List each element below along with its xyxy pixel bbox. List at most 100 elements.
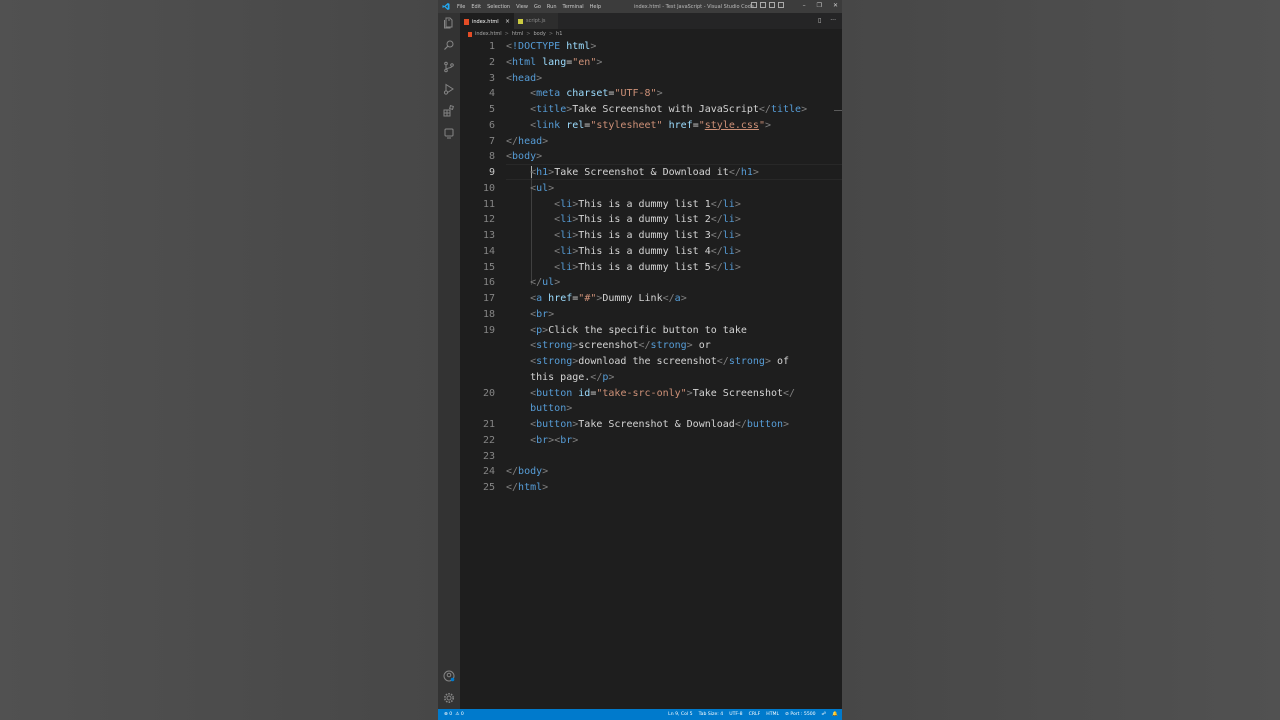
line-number: 24	[482, 466, 495, 478]
split-editor-icon[interactable]: ▯	[818, 17, 821, 24]
code-line: <!DOCTYPE html>	[506, 39, 596, 55]
toggle-panel-icon[interactable]	[760, 2, 766, 8]
code-token: ul	[542, 277, 555, 289]
code-token: >	[783, 419, 790, 430]
toggle-secondary-sidebar-icon[interactable]	[769, 2, 775, 8]
menu-selection[interactable]: Selection	[487, 4, 510, 10]
remote-explorer-icon[interactable]	[443, 127, 455, 139]
code-editor[interactable]: 1 2 3 4 5 6 7 8 9 10 11 12 13 14 15 16 17 18 19 20 21 22 23 24 2…	[460, 39, 842, 709]
explorer-icon[interactable]	[443, 17, 455, 29]
code-token: >	[764, 119, 772, 131]
code-token: </	[506, 466, 519, 478]
code-line: <br><br>	[506, 433, 578, 449]
source-control-icon[interactable]	[443, 61, 455, 73]
line-number: 22	[482, 434, 495, 446]
code-token: screenshot	[578, 340, 639, 352]
code-token: >	[801, 104, 808, 115]
code-line: <title>Take Screenshot with JavaScript</…	[506, 102, 807, 118]
code-token: li	[722, 245, 735, 257]
minimize-button[interactable]: –	[803, 2, 806, 9]
line-number: 14	[482, 245, 495, 257]
line-number: 20	[482, 387, 495, 399]
warnings-indicator[interactable]: ⚠ 0	[455, 712, 464, 717]
errors-indicator[interactable]: ⊗ 0	[444, 712, 452, 717]
encoding[interactable]: UTF-8	[729, 712, 742, 717]
code-token: >	[656, 88, 663, 100]
menu-view[interactable]: View	[516, 4, 528, 10]
restore-button[interactable]: ❐	[817, 2, 822, 9]
code-token: strong	[650, 340, 687, 352]
menu-terminal[interactable]: Terminal	[563, 4, 584, 10]
code-token: This is a dummy list 2	[578, 214, 711, 226]
menu-go[interactable]: Go	[534, 4, 541, 10]
breadcrumb-item[interactable]: body	[533, 31, 545, 37]
more-actions-icon[interactable]: ···	[830, 17, 836, 24]
menu-edit[interactable]: Edit	[471, 4, 481, 10]
code-token: h1	[536, 167, 549, 178]
extensions-icon[interactable]	[443, 105, 455, 117]
notifications-bell-icon[interactable]: 🔔	[832, 712, 838, 717]
run-debug-icon[interactable]	[443, 83, 455, 95]
code-line: this page.</p>	[506, 370, 614, 386]
code-token: >	[734, 261, 741, 273]
menu-help[interactable]: Help	[590, 4, 601, 10]
line-ending[interactable]: CRLF	[749, 712, 761, 717]
code-token: button	[536, 419, 573, 430]
live-server-port[interactable]: ⊘ Port : 5500	[785, 712, 816, 717]
code-token: "UTF-8"	[614, 88, 657, 100]
code-line: <button id="take-src-only">Take Screensh…	[506, 386, 795, 402]
window-controls: – ❐ ✕	[803, 2, 838, 9]
line-number: 16	[482, 277, 495, 289]
code-line: <li>This is a dummy list 1</li>	[506, 197, 741, 213]
code-token: meta	[536, 88, 567, 100]
customize-layout-icon[interactable]	[778, 2, 784, 8]
code-token: head	[512, 72, 537, 84]
accounts-icon[interactable]	[443, 670, 455, 682]
close-icon[interactable]: ×	[505, 18, 510, 25]
line-number: 25	[482, 482, 495, 493]
code-token: >	[548, 182, 555, 194]
breadcrumb-item[interactable]: h1	[556, 31, 562, 37]
feedback-icon[interactable]: ☍	[822, 712, 827, 717]
search-icon[interactable]	[443, 39, 455, 51]
code-line: <li>This is a dummy list 4</li>	[506, 244, 741, 260]
code-line: <ul>	[506, 181, 554, 197]
code-token: title	[770, 104, 802, 115]
menu-run[interactable]: Run	[547, 4, 557, 10]
vscode-window: File Edit Selection View Go Run Terminal…	[438, 0, 842, 720]
line-number: 15	[482, 261, 495, 273]
settings-gear-icon[interactable]	[443, 692, 455, 704]
code-token: </	[662, 293, 675, 304]
close-button[interactable]: ✕	[833, 2, 838, 9]
breadcrumb-item[interactable]: html	[512, 31, 523, 37]
tab-script-js[interactable]: script.js	[514, 13, 558, 29]
menu-file[interactable]: File	[457, 4, 465, 10]
code-token: br	[536, 434, 549, 446]
tab-size[interactable]: Tab Size: 4	[699, 712, 724, 717]
breadcrumb-item[interactable]: index.html	[475, 31, 502, 37]
toggle-sidebar-icon[interactable]	[751, 2, 757, 8]
code-token: "take-src-only"	[596, 387, 687, 399]
cursor-position[interactable]: Ln 9, Col 5	[668, 712, 692, 717]
code-token: >	[548, 308, 555, 320]
activity-bar	[438, 13, 460, 709]
code-token: br	[560, 434, 573, 446]
code-token: li	[560, 261, 573, 273]
code-token: Take Screenshot with JavaScript	[572, 104, 759, 115]
code-line: </head>	[506, 134, 548, 150]
language-mode[interactable]: HTML	[766, 712, 779, 717]
code-token: </	[758, 104, 771, 115]
code-token: >	[680, 293, 687, 304]
code-token: >	[764, 356, 777, 367]
tab-index-html[interactable]: index.html ×	[460, 13, 514, 29]
code-token: id	[578, 387, 591, 399]
code-line: </ul>	[506, 275, 560, 291]
